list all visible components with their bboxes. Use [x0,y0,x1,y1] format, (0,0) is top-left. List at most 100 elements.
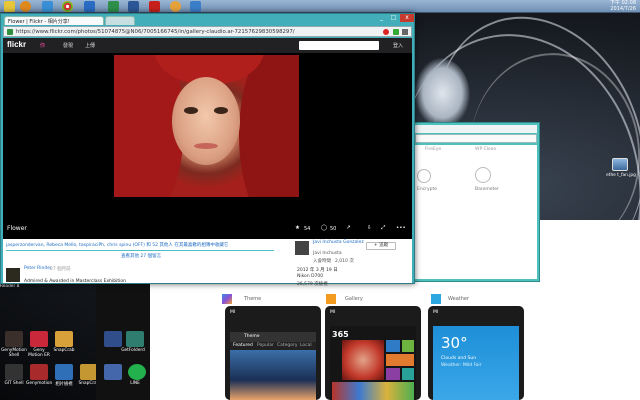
app-label: Weather [448,296,470,302]
abp-icon[interactable] [383,29,389,35]
chrome-icon[interactable] [62,1,73,12]
maximize-button[interactable]: □ [388,14,399,22]
genymotion-icon[interactable] [30,331,48,347]
desktop-icon-label: GIT Shell [4,381,24,386]
gallery-thumb [386,354,414,366]
address-bar[interactable]: https://www.flickr.com/photos/51074875@N… [3,26,412,37]
faved-by-text[interactable]: jasperzondervan, Rebeca Mello, taspiraci… [6,242,286,248]
file-explorer-icon[interactable] [4,1,15,12]
weather-app-icon [431,294,441,304]
desktop-icon-label: GetFolderd [121,348,145,353]
see-more-comments[interactable]: 查看其他 27 個留言 [121,253,161,259]
app-label: Gallery [345,296,363,302]
photo-viewer: Flower ★ 54 ◯ 50 ↗ ⇩ ⤢ ••• [3,53,412,239]
eye-right [214,107,228,114]
search-input[interactable] [299,41,379,50]
star-icon[interactable]: ★ [295,225,300,231]
snapcrab-icon[interactable] [55,331,73,347]
owner-name[interactable]: Javi Inchusta Gonzalez [313,240,364,245]
gallery-thumb [402,368,414,380]
owner-avatar[interactable] [295,241,309,255]
comment-time: 27 個月前 [50,267,71,272]
phone-tabs: Featured Popular Category Local [230,342,316,350]
close-button[interactable]: x [400,14,414,22]
column-title: WP Clean [475,147,497,152]
getfolder-icon[interactable] [126,331,144,347]
genymotion-icon-2[interactable] [30,364,48,380]
lips [194,143,218,149]
lock-icon [7,29,13,35]
word-icon[interactable] [128,1,139,12]
app-shortcut-icon[interactable] [104,331,122,347]
barometer-icon[interactable] [475,167,491,183]
theme-app-icon [222,294,232,304]
line-icon[interactable] [128,364,146,380]
system-clock[interactable]: 下午 02:08 2014/7/26 [610,0,636,12]
tab-title: Flower | Flickr - 相片分享! [8,19,70,25]
face [172,77,240,165]
flickr-logo[interactable]: flickr [7,40,26,49]
phone-theme: MI Theme Featured Popular Category Local [225,306,321,400]
phone-bar: Theme [230,332,316,342]
tab-2[interactable] [105,16,135,25]
git-shell-icon[interactable] [5,364,23,380]
genymotion-shell-icon[interactable] [5,331,23,347]
taken-date: 2012 年 3 月 19 日 [297,268,338,273]
app-icon[interactable] [84,1,95,12]
portrait-photo[interactable] [114,55,299,197]
desktop-icon-label: LINE [130,381,140,386]
desktop-icon-label: Geny Motion ER [28,348,50,358]
nav-upload[interactable]: 上傳 [85,42,95,49]
remote-desktop-icon[interactable] [190,1,201,12]
weather-screen: 30° Clouds and Sun Weather: Mild Fair [433,326,519,400]
phone-tab: Popular [257,343,274,348]
owner-subname: Javi Inchusta [313,251,342,256]
signin-link[interactable]: 登入 [393,42,403,49]
gallery-number: 365 [332,330,349,339]
item-label: Encrypte [417,187,438,192]
comment-text: Admired & Awarded in Masterclass Exhibit… [24,279,126,284]
share-icon[interactable]: ↗ [346,225,351,231]
camera-model[interactable]: Nikon D700 [297,274,323,279]
media-icon[interactable] [170,1,181,12]
fullscreen-icon[interactable]: ⤢ [381,225,385,232]
nav-you[interactable]: 你 [40,42,45,49]
item-label: Barometer [475,187,499,192]
browser-window-flickr[interactable]: Flower | Flickr - 相片分享! _ □ x https://ww… [0,13,415,287]
encrypt-icon[interactable] [417,169,431,183]
faves-count: 54 [304,226,311,232]
weather-sub: Weather: Mild Fair [441,363,482,368]
folder-icon[interactable] [42,1,53,12]
follow-button[interactable]: + 追蹤 [366,242,396,250]
hood-right [239,55,299,197]
url-text: https://www.flickr.com/photos/51074875@N… [16,29,295,35]
divider [6,250,274,251]
commenter-avatar[interactable] [6,268,20,282]
acrobat-icon[interactable] [149,1,160,12]
minimize-button[interactable]: _ [376,14,387,22]
joined-label: 入會時間 [313,259,331,264]
browser-window-2[interactable]: FireEye WP Clean Encrypte Barometer [412,122,540,282]
comments-count: 50 [330,226,337,232]
download-icon[interactable]: ⇩ [367,225,372,231]
photo-viewer-icon[interactable] [55,364,73,380]
tab-flickr[interactable]: Flower | Flickr - 相片分享! [4,16,104,25]
gallery-thumb [386,368,400,380]
more-icon[interactable]: ••• [396,225,406,231]
app-shortcut-icon-2[interactable] [104,364,122,380]
gallery-thumb [386,340,400,352]
photo-title: Flower [7,225,27,232]
comment-icon[interactable]: ◯ [321,225,327,231]
menu-icon[interactable] [402,29,408,35]
address-bar[interactable] [415,134,537,143]
photo-details: jasperzondervan, Rebeca Mello, taspiraci… [3,239,412,287]
commenter-name[interactable]: Peter Rinder [24,266,52,271]
extension-icon[interactable] [393,29,399,35]
firefox-icon[interactable] [20,1,31,12]
desktop-icon-label: Genymotion [26,381,53,386]
excel-icon[interactable] [108,1,119,12]
nav-discover[interactable]: 發現 [63,42,73,49]
phone-tab: Local [300,343,312,348]
image-file-icon[interactable] [612,158,628,171]
tab-strip[interactable] [415,125,537,133]
